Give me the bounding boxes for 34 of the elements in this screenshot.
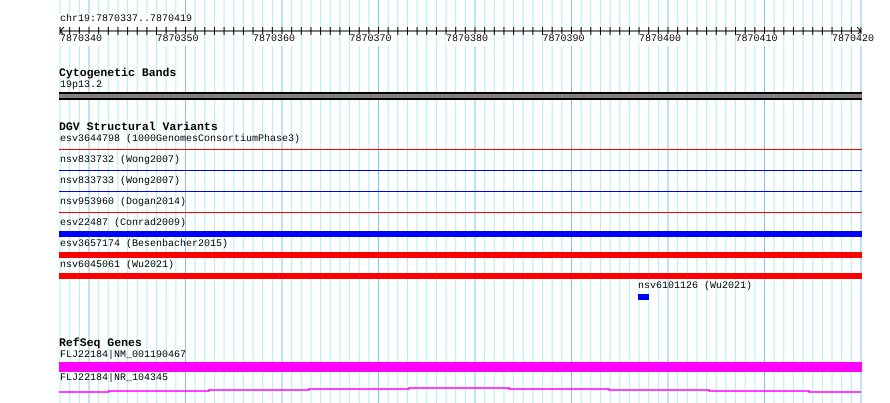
- track-title: Cytogenetic Bands: [59, 67, 176, 80]
- cytoband-bar[interactable]: [59, 92, 862, 100]
- feature-label[interactable]: FLJ22184|NM_001190467: [59, 350, 186, 362]
- feature-label[interactable]: FLJ22184|NR_104345: [59, 373, 168, 385]
- track-title: DGV Structural Variants: [59, 121, 218, 134]
- variant-bar[interactable]: [59, 252, 862, 258]
- ruler-label: 7870400: [639, 34, 682, 46]
- feature-label[interactable]: esv22487 (Conrad2009): [59, 218, 186, 230]
- feature-label[interactable]: nsv953960 (Dogan2014): [59, 197, 186, 209]
- ruler-label: 7870370: [350, 34, 392, 46]
- variant-line[interactable]: [59, 170, 862, 171]
- ruler-label: 7870410: [736, 34, 778, 46]
- variant-line[interactable]: [59, 149, 862, 150]
- feature-label[interactable]: nsv833733 (Wong2007): [59, 176, 180, 188]
- variant-bar[interactable]: [59, 273, 862, 279]
- feature-label[interactable]: nsv6101126 (Wu2021): [638, 281, 752, 293]
- location-label: chr19:7870337..7870419: [59, 14, 192, 26]
- feature-label[interactable]: 19p13.2: [59, 80, 102, 92]
- variant-line[interactable]: [59, 212, 862, 213]
- ruler-label: 7870340: [60, 34, 102, 46]
- variant-bar[interactable]: [59, 231, 862, 237]
- ruler-label: 7870350: [156, 34, 199, 46]
- ruler-label: 7870420: [832, 34, 874, 46]
- feature-label[interactable]: nsv833732 (Wong2007): [59, 155, 180, 167]
- variant-block[interactable]: [638, 294, 649, 300]
- ruler-label: 7870380: [446, 34, 488, 46]
- variant-line[interactable]: [59, 191, 862, 192]
- track-title: RefSeq Genes: [59, 337, 142, 350]
- transcript-bar[interactable]: [59, 362, 862, 372]
- ruler-label: 7870360: [253, 34, 296, 46]
- ruler-label: 7870390: [542, 34, 585, 46]
- feature-label[interactable]: esv3644798 (1000GenomesConsortiumPhase3): [59, 134, 300, 146]
- feature-label[interactable]: nsv6045061 (Wu2021): [59, 260, 174, 272]
- feature-label[interactable]: esv3657174 (Besenbacher2015): [59, 239, 228, 251]
